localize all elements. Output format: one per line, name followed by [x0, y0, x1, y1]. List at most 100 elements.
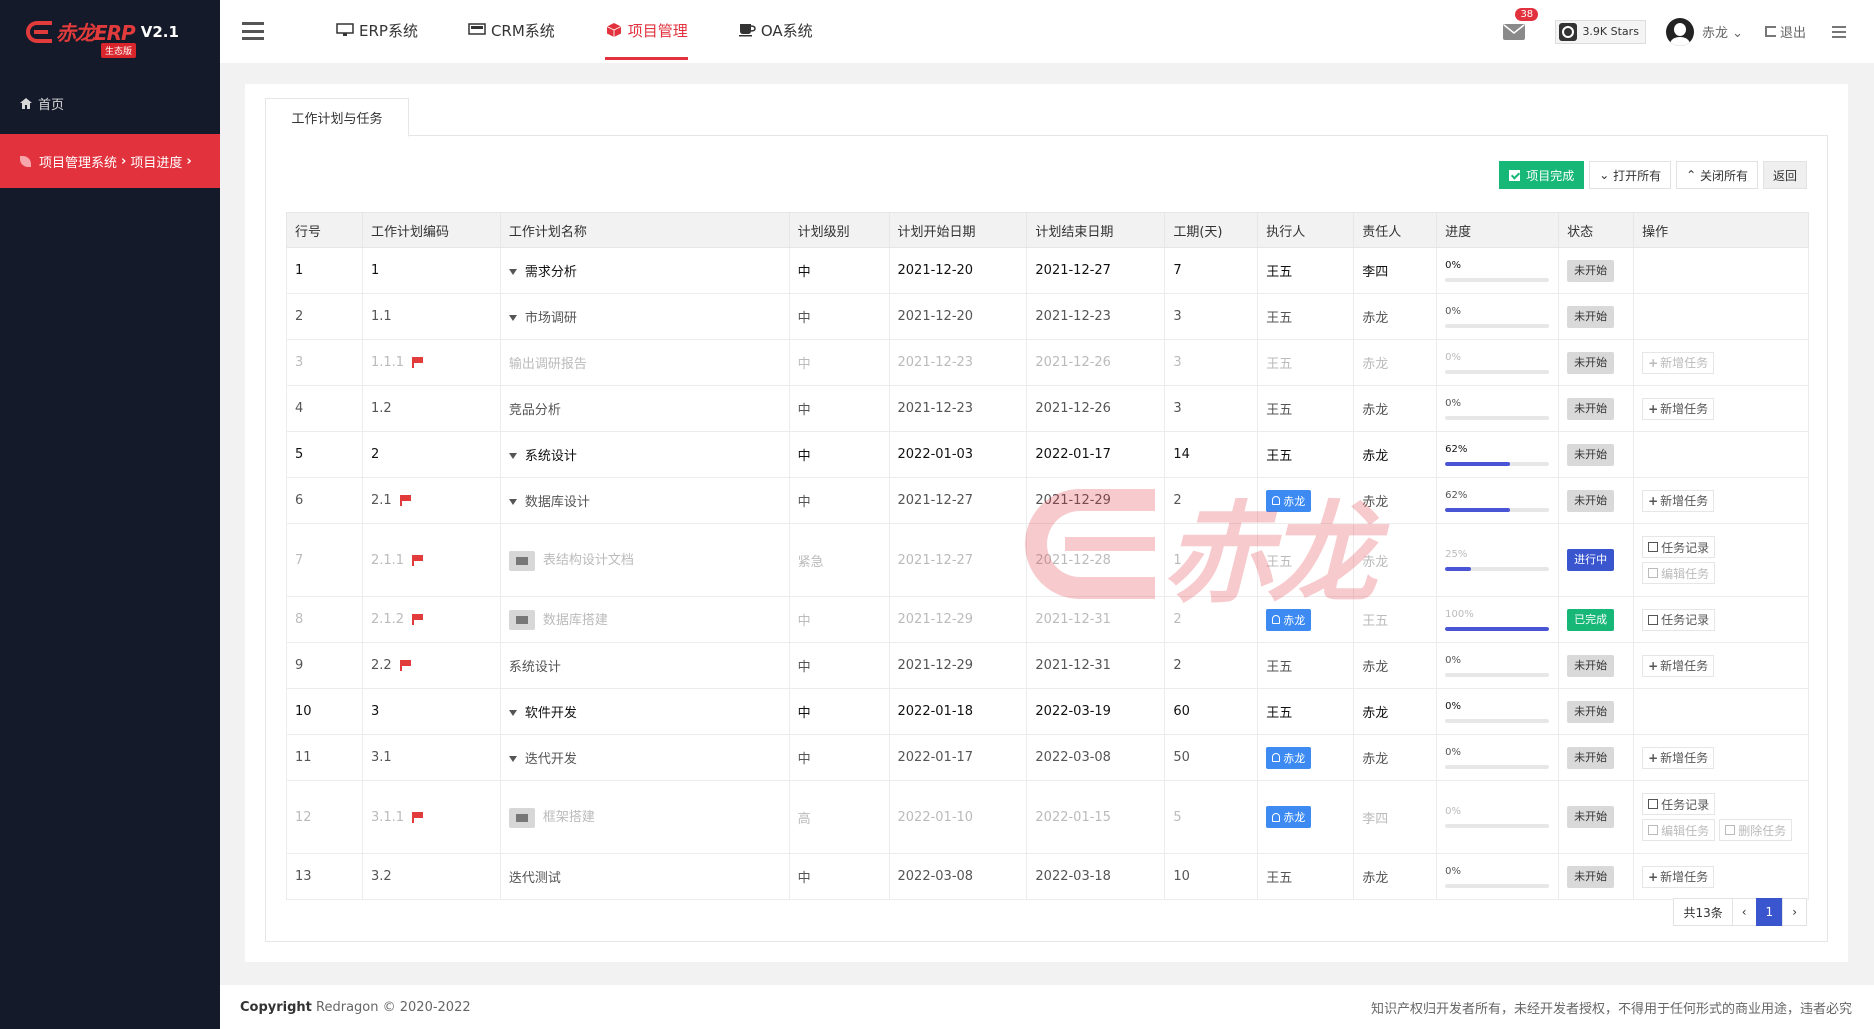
table-row[interactable]: 4 1.2 竞品分析 中 2021-12-23 2021-12-26 3 王五 … [286, 385, 1809, 432]
col-header[interactable]: 工期(天) [1164, 212, 1259, 248]
row-level: 中 [788, 431, 890, 478]
executor-tag[interactable]: 赤龙 [1266, 806, 1312, 828]
row-name-text: 系统设计 [524, 449, 577, 464]
task-log-button[interactable]: 任务记录 [1642, 793, 1716, 815]
collapse-toggle-icon[interactable] [508, 499, 517, 505]
project-complete-button[interactable]: 项目完成 [1499, 161, 1585, 189]
row-start: 2022-01-10 [888, 780, 1028, 854]
close-all-button[interactable]: ⌃ 关闭所有 [1676, 161, 1758, 189]
row-status: 未开始 [1558, 477, 1635, 524]
logout-button[interactable]: 退出 [1764, 22, 1806, 41]
table-row[interactable]: 10 3 软件开发 中 2022-01-18 2022-03-19 60 王五 … [286, 688, 1809, 735]
collapse-toggle-icon[interactable] [508, 315, 517, 321]
row-code-text: 2.2 [370, 658, 392, 673]
row-level: 中 [788, 385, 890, 432]
github-icon [1559, 22, 1578, 41]
topnav-oa[interactable]: OA系统 [738, 0, 813, 60]
add-task-button[interactable]: + 新增任务 [1642, 654, 1715, 677]
collapse-toggle-icon[interactable] [508, 710, 517, 716]
task-log-button[interactable]: 任务记录 [1642, 608, 1716, 631]
status-badge: 进行中 [1567, 549, 1615, 571]
col-header[interactable]: 工作计划编码 [361, 212, 501, 248]
row-days: 3 [1164, 339, 1259, 386]
more-menu-icon[interactable] [1832, 25, 1846, 38]
progress-fill [1445, 567, 1472, 571]
row-start: 2022-01-18 [888, 688, 1028, 735]
table-row[interactable]: 9 2.2 系统设计 中 2021-12-29 2021-12-31 2 王五 … [286, 642, 1809, 689]
row-level: 中 [788, 477, 890, 524]
executor-tag[interactable]: 赤龙 [1266, 608, 1312, 631]
row-progress: 0% [1436, 642, 1560, 689]
col-header[interactable]: 计划级别 [788, 212, 890, 248]
executor-tag[interactable]: 赤龙 [1266, 746, 1312, 769]
github-stars-button[interactable]: 3.9K Stars [1555, 19, 1646, 44]
add-task-button[interactable]: + 新增任务 [1642, 351, 1715, 374]
row-progress: 25% [1436, 523, 1560, 597]
tab-work-plan[interactable]: 工作计划与任务 [265, 98, 409, 137]
table-row[interactable]: 5 2 系统设计 中 2022-01-03 2022-01-17 14 王五 赤… [286, 431, 1809, 478]
col-header[interactable]: 计划结束日期 [1026, 212, 1166, 248]
row-code: 2.1 [361, 477, 501, 524]
open-all-button[interactable]: ⌄ 打开所有 [1589, 161, 1672, 189]
row-name-text: 竞品分析 [508, 403, 561, 418]
table-row[interactable]: 2 1.1 市场调研 中 2021-12-20 2021-12-23 3 王五 … [286, 293, 1809, 340]
row-code-text: 2.1.1 [370, 552, 405, 568]
table-row[interactable]: 3 1.1.1 输出调研报告 中 2021-12-23 2021-12-26 3… [286, 339, 1809, 386]
table-row[interactable]: 8 2.1.2 数据库搭建 中 2021-12-29 2021-12-31 2 … [286, 596, 1809, 643]
plus-icon: + [1648, 493, 1659, 508]
topnav-project[interactable]: 项目管理 [604, 0, 688, 60]
row-name: 竞品分析 [499, 385, 790, 432]
col-header[interactable]: 执行人 [1257, 212, 1355, 248]
col-header[interactable]: 操作 [1633, 212, 1809, 248]
avatar[interactable] [1665, 17, 1694, 46]
back-button[interactable]: 返回 [1762, 161, 1807, 189]
pagination-next-button[interactable]: › [1782, 898, 1807, 926]
collapse-toggle-icon[interactable] [508, 269, 517, 275]
sidebar-item-project-progress[interactable]: 项目管理系统 › 项目进度 › [0, 134, 220, 188]
row-status: 未开始 [1558, 247, 1635, 294]
progress-bar [1445, 626, 1550, 631]
row-no: 13 [286, 853, 363, 900]
col-header[interactable]: 行号 [286, 212, 363, 248]
topnav-erp[interactable]: ERP系统 [336, 0, 418, 60]
collapse-toggle-icon[interactable] [508, 756, 517, 762]
add-task-button[interactable]: + 新增任务 [1642, 397, 1715, 420]
edit-task-button[interactable]: 编辑任务 [1642, 562, 1716, 584]
col-header[interactable]: 计划开始日期 [888, 212, 1028, 248]
edit-task-button[interactable]: 编辑任务 [1642, 819, 1716, 841]
logo[interactable]: 赤龙ERP V2.1 生态版 [0, 0, 220, 63]
user-menu[interactable]: 赤龙 ⌄ [1702, 22, 1743, 41]
action-label: 新增任务 [1660, 494, 1709, 508]
table-row[interactable]: 6 2.1 数据库设计 中 2021-12-27 2021-12-29 2 赤龙… [286, 477, 1809, 524]
row-exec: 赤龙 [1257, 734, 1355, 781]
delete-task-button[interactable]: 删除任务 [1719, 819, 1793, 841]
action-label: 新增任务 [1660, 751, 1709, 765]
col-header[interactable]: 进度 [1436, 212, 1560, 248]
add-task-button[interactable]: + 新增任务 [1642, 489, 1715, 512]
progress-text: 0% [1445, 865, 1461, 877]
col-header[interactable]: 工作计划名称 [499, 212, 790, 248]
table-row[interactable]: 11 3.1 迭代开发 中 2022-01-17 2022-03-08 50 赤… [286, 734, 1809, 781]
briefcase-icon [508, 610, 535, 631]
chevron-down-icon: ⌄ [1599, 168, 1614, 182]
table-row[interactable]: 13 3.2 迭代测试 中 2022-03-08 2022-03-18 10 王… [286, 853, 1809, 900]
table-row[interactable]: 12 3.1.1 框架搭建 高 2022-01-10 2022-01-15 5 … [286, 780, 1809, 854]
col-header[interactable]: 状态 [1558, 212, 1635, 248]
row-progress: 0% [1436, 688, 1560, 735]
mail-button[interactable]: 38 [1503, 7, 1539, 40]
pagination-prev-button[interactable]: ‹ [1731, 898, 1757, 926]
col-header[interactable]: 责任人 [1353, 212, 1438, 248]
row-name: 需求分析 [499, 247, 790, 294]
topnav-crm[interactable]: CRM系统 [468, 0, 555, 60]
add-task-button[interactable]: + 新增任务 [1642, 865, 1715, 888]
add-task-button[interactable]: + 新增任务 [1642, 746, 1715, 769]
table-row[interactable]: 1 1 需求分析 中 2021-12-20 2021-12-27 7 王五 李四… [286, 247, 1809, 294]
table-row[interactable]: 7 2.1.1 表结构设计文档 紧急 2021-12-27 2021-12-28… [286, 523, 1809, 597]
collapse-toggle-icon[interactable] [508, 453, 517, 459]
hamburger-menu-icon[interactable] [242, 22, 264, 40]
executor-tag[interactable]: 赤龙 [1266, 489, 1312, 512]
task-log-button[interactable]: 任务记录 [1642, 536, 1716, 558]
sidebar-item-home[interactable]: 首页 [0, 85, 220, 121]
mail-icon [1503, 23, 1526, 40]
pagination-page-1[interactable]: 1 [1755, 898, 1784, 926]
